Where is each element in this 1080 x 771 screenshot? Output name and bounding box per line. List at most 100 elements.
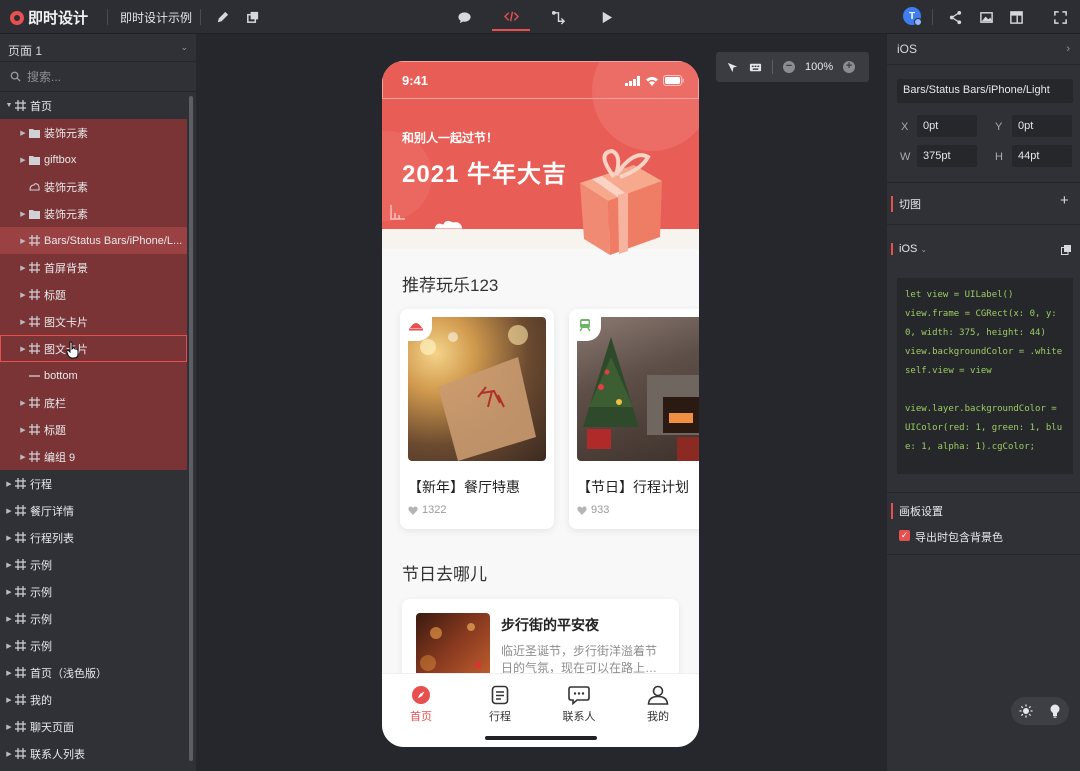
caret-right-icon[interactable]: ▶ <box>18 156 28 164</box>
caret-down-icon[interactable]: ▼ <box>4 102 14 109</box>
pin-icon[interactable] <box>726 61 739 74</box>
caret-right-icon[interactable]: ▶ <box>18 453 28 461</box>
layer-item[interactable]: ▶ 联系人列表 <box>0 740 196 767</box>
layer-item[interactable]: ▶ 底栏 <box>0 389 187 416</box>
layer-item[interactable]: ▶ 装饰元素 <box>0 119 187 146</box>
zoom-level[interactable]: 100% <box>805 61 833 73</box>
layout-icon[interactable] <box>1006 7 1026 27</box>
component-icon[interactable] <box>242 7 262 27</box>
layer-item[interactable]: ▶ 示例 <box>0 551 196 578</box>
caret-right-icon[interactable]: ▶ <box>4 750 14 758</box>
pen-icon[interactable] <box>212 7 232 27</box>
chevron-down-icon: ⌄ <box>180 42 188 52</box>
platform-header[interactable]: iOS › <box>887 34 1080 64</box>
layer-item[interactable]: bottom <box>0 362 187 389</box>
export-bg-checkbox[interactable]: ✓ <box>899 530 910 541</box>
layer-name-field[interactable]: Bars/Status Bars/iPhone/Light <box>897 79 1073 103</box>
layer-item[interactable]: ▶ 首页（浅色版） <box>0 659 196 686</box>
caret-right-icon[interactable]: ▶ <box>4 669 14 677</box>
layer-item[interactable]: ▶ Bars/Status Bars/iPhone/L... <box>0 227 187 254</box>
caret-right-icon[interactable]: ▶ <box>18 291 28 299</box>
fullscreen-icon[interactable] <box>1050 7 1070 27</box>
sun-icon[interactable] <box>1019 704 1033 718</box>
copy-icon[interactable] <box>1061 245 1071 255</box>
frame-icon <box>14 477 27 490</box>
card-likes: 933 <box>577 504 609 516</box>
layer-item[interactable]: ▶ 示例 <box>0 632 196 659</box>
tab-profile[interactable]: 我的 <box>628 682 688 724</box>
app-logo[interactable]: 即时设计 <box>10 7 88 28</box>
y-field[interactable]: 0pt <box>1012 115 1072 137</box>
layer-item[interactable]: ▶ 编组 9 <box>0 443 187 470</box>
zoom-in-icon[interactable]: + <box>843 61 856 73</box>
caret-right-icon[interactable]: ▶ <box>4 723 14 731</box>
caret-right-icon[interactable]: ▶ <box>4 561 14 569</box>
layer-item[interactable]: ▶ 首屏背景 <box>0 254 187 281</box>
caret-right-icon[interactable]: ▶ <box>4 480 14 488</box>
layer-item[interactable]: ▼ 首页 <box>0 92 196 119</box>
page-selector[interactable]: 页面 1 ⌄ <box>0 34 196 62</box>
project-name[interactable]: 即时设计示例 <box>120 9 192 26</box>
layer-item[interactable]: ▶ 我的 <box>0 686 196 713</box>
x-field[interactable]: 0pt <box>917 115 977 137</box>
caret-right-icon[interactable]: ▶ <box>4 588 14 596</box>
train-icon <box>569 309 601 341</box>
layer-item[interactable]: ▶ 行程 <box>0 470 196 497</box>
caret-right-icon[interactable]: ▶ <box>18 345 28 353</box>
phone-artboard[interactable]: 9:41 和别人一起过节！ 2021 牛年大吉 推荐玩乐123 【新年】餐厅特惠… <box>382 61 699 747</box>
recommend-card[interactable]: 【新年】餐厅特惠 1322 <box>400 309 554 529</box>
card-title: 【节日】行程计划 <box>577 479 689 495</box>
caret-right-icon[interactable]: ▶ <box>18 237 28 245</box>
caret-right-icon[interactable]: ▶ <box>4 507 14 515</box>
caret-right-icon[interactable]: ▶ <box>18 210 28 218</box>
tab-trips[interactable]: 行程 <box>470 682 530 724</box>
recommend-card[interactable]: 【节日】行程计划 933 <box>569 309 699 529</box>
layer-item[interactable]: ▶ 示例 <box>0 578 196 605</box>
layer-search[interactable]: 搜索... <box>0 62 196 92</box>
caret-right-icon[interactable]: ▶ <box>18 318 28 326</box>
layer-label: 示例 <box>30 640 52 653</box>
layer-item[interactable]: ▶ 装饰元素 <box>0 200 187 227</box>
caret-right-icon[interactable]: ▶ <box>4 696 14 704</box>
caret-right-icon[interactable]: ▶ <box>18 426 28 434</box>
share-icon[interactable] <box>945 7 965 27</box>
play-icon[interactable] <box>596 7 616 27</box>
comment-icon[interactable] <box>454 7 474 27</box>
code-snippet[interactable]: let view = UILabel() view.frame = CGRect… <box>897 278 1073 474</box>
layer-item[interactable]: ▶ 餐厅详情 <box>0 497 196 524</box>
caret-right-icon[interactable]: ▶ <box>18 264 28 272</box>
caret-right-icon[interactable]: ▶ <box>18 399 28 407</box>
layers-scrollbar[interactable] <box>189 96 193 761</box>
search-placeholder: 搜索... <box>27 70 62 84</box>
layer-item[interactable]: ▶ 聊天页面 <box>0 713 196 740</box>
chat-icon <box>568 686 590 705</box>
caret-right-icon[interactable]: ▶ <box>4 534 14 542</box>
width-field[interactable]: 375pt <box>917 145 977 167</box>
likes-count: 933 <box>591 504 610 516</box>
status-bar[interactable]: 9:41 <box>382 61 699 99</box>
code-icon[interactable] <box>492 4 530 31</box>
divider <box>200 9 201 25</box>
prototype-icon[interactable] <box>548 7 568 27</box>
frame-icon <box>28 261 41 274</box>
add-icon[interactable]: + <box>1060 192 1069 209</box>
layer-item[interactable]: ▶ 标题 <box>0 416 187 443</box>
zoom-out-icon[interactable]: − <box>783 61 795 73</box>
caret-right-icon[interactable]: ▶ <box>4 642 14 650</box>
caret-right-icon[interactable]: ▶ <box>4 615 14 623</box>
layer-item[interactable]: ▶ 标题 <box>0 281 187 308</box>
tab-home[interactable]: 首页 <box>391 682 451 724</box>
layer-item[interactable]: 装饰元素 <box>0 173 187 200</box>
height-field[interactable]: 44pt <box>1012 145 1072 167</box>
layer-item[interactable]: ▶ 示例 <box>0 605 196 632</box>
layer-item[interactable]: ▶ 图文卡片 <box>0 335 187 362</box>
layer-item[interactable]: ▶ giftbox <box>0 146 187 173</box>
lightbulb-icon[interactable] <box>1049 704 1061 718</box>
tab-contacts[interactable]: 联系人 <box>549 682 609 724</box>
code-platform-select[interactable]: iOS ⌄ <box>891 243 927 255</box>
caret-right-icon[interactable]: ▶ <box>18 129 28 137</box>
layer-item[interactable]: ▶ 行程列表 <box>0 524 196 551</box>
image-icon[interactable] <box>976 7 996 27</box>
layer-item[interactable]: ▶ 图文卡片 <box>0 308 187 335</box>
keyboard-icon[interactable] <box>749 61 762 74</box>
